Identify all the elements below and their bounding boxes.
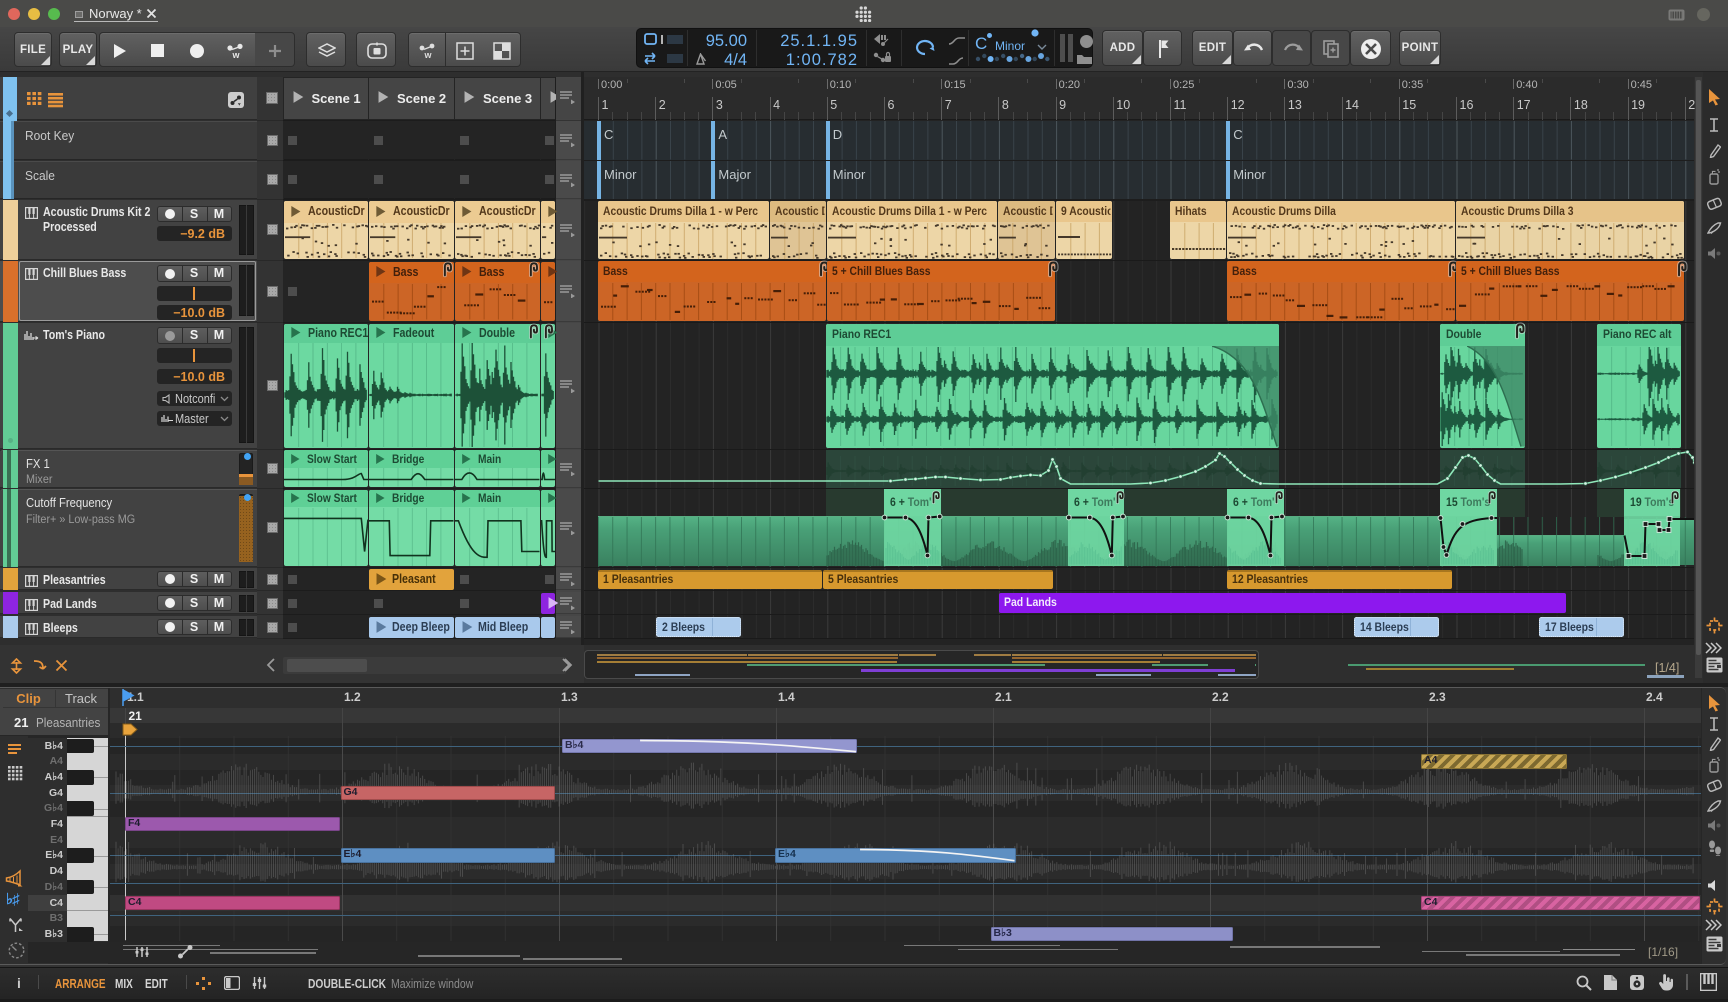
svg-text:w: w [231, 50, 240, 59]
svg-text:w: w [423, 50, 432, 59]
